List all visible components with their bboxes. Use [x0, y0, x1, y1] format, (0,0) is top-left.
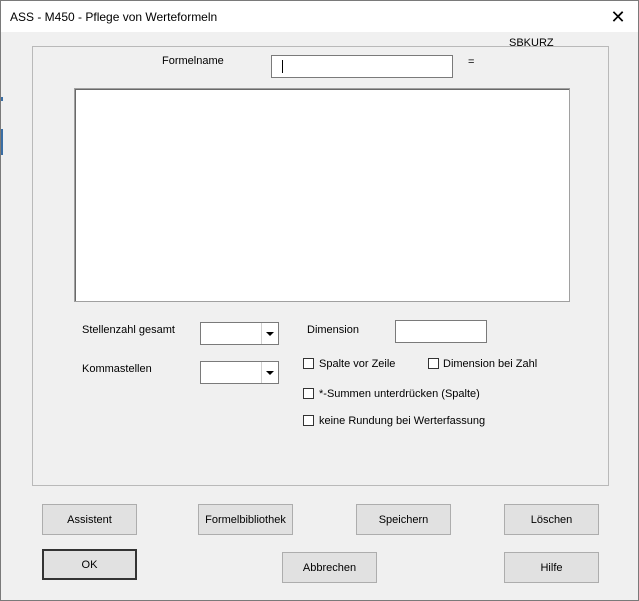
- dimension-input-field[interactable]: [396, 321, 486, 342]
- dialog-window: ASS - M450 - Pflege von Werteformeln ✕ S…: [0, 0, 639, 601]
- equals-sign: =: [468, 56, 475, 68]
- chevron-down-icon[interactable]: [261, 323, 278, 344]
- checkbox-keine-rundung[interactable]: [303, 415, 314, 426]
- stellenzahl-combo[interactable]: [200, 322, 279, 345]
- formelname-input[interactable]: [271, 55, 453, 78]
- formula-text-area[interactable]: [74, 88, 570, 302]
- background-window-edge: [1, 97, 3, 101]
- dimension-label: Dimension: [307, 324, 359, 336]
- checkbox-spalte-vor-zeile-label: Spalte vor Zeile: [319, 358, 396, 370]
- checkbox-keine-rundung-label: keine Rundung bei Werterfassung: [319, 415, 486, 427]
- hilfe-button[interactable]: Hilfe: [504, 552, 599, 583]
- stellenzahl-label: Stellenzahl gesamt: [82, 324, 175, 336]
- speichern-button[interactable]: Speichern: [356, 504, 451, 535]
- checkbox-dimension-bei-zahl-label: Dimension bei Zahl: [443, 358, 538, 370]
- checkbox-dimension-bei-zahl[interactable]: [428, 358, 439, 369]
- title-bar[interactable]: ASS - M450 - Pflege von Werteformeln ✕: [1, 1, 638, 32]
- text-caret: [282, 60, 283, 73]
- dimension-input[interactable]: [395, 320, 487, 343]
- chevron-down-icon[interactable]: [261, 362, 278, 383]
- assistent-button[interactable]: Assistent: [42, 504, 137, 535]
- abbrechen-button[interactable]: Abbrechen: [282, 552, 377, 583]
- window-title: ASS - M450 - Pflege von Werteformeln: [10, 10, 218, 24]
- kommastellen-label: Kommastellen: [82, 363, 152, 375]
- formelname-label: Formelname: [162, 55, 224, 67]
- kommastellen-combo[interactable]: [200, 361, 279, 384]
- checkbox-summen-unterdruecken[interactable]: [303, 388, 314, 399]
- background-window-edge: [1, 129, 3, 155]
- ok-button[interactable]: OK: [42, 549, 137, 580]
- checkbox-spalte-vor-zeile[interactable]: [303, 358, 314, 369]
- close-icon[interactable]: ✕: [603, 6, 633, 28]
- checkbox-summen-unterdruecken-label: *-Summen unterdrücken (Spalte): [319, 388, 480, 400]
- formelbibliothek-button[interactable]: Formelbibliothek: [198, 504, 293, 535]
- loeschen-button[interactable]: Löschen: [504, 504, 599, 535]
- formelname-input-field[interactable]: [272, 56, 452, 77]
